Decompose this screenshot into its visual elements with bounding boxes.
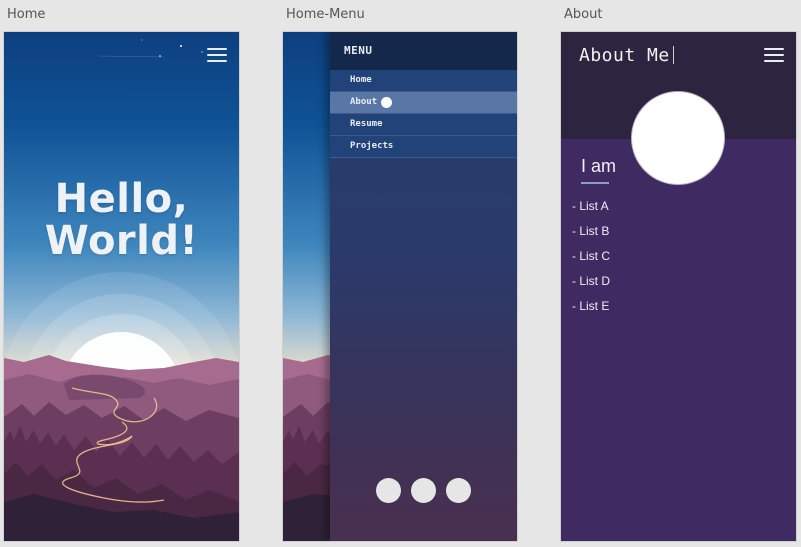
- menu-item-label: Resume: [350, 119, 383, 129]
- list-item: - List A: [572, 199, 609, 213]
- menu-title: MENU: [330, 32, 517, 70]
- menu-item-label: Home: [350, 75, 372, 85]
- menu-item-about[interactable]: About: [330, 92, 517, 114]
- menu-item-resume[interactable]: Resume: [330, 114, 517, 136]
- hero-heading: Hello, World!: [4, 178, 239, 262]
- text-caret: [672, 46, 674, 64]
- list-item: - List B: [572, 224, 610, 238]
- page-title-text: About Me: [579, 45, 670, 66]
- about-list: - List A - List B - List C - List D - Li…: [572, 196, 610, 321]
- menu-item-projects[interactable]: Projects: [330, 136, 517, 158]
- artboard-label-home: Home: [7, 7, 46, 22]
- list-item: - List E: [572, 299, 610, 313]
- about-artboard: About Me I am - List A - List B - List C…: [561, 32, 796, 541]
- intro-underline: [581, 182, 609, 184]
- pager-dot-icon[interactable]: [446, 478, 471, 503]
- menu-item-home[interactable]: Home: [330, 70, 517, 92]
- menu-item-label: Projects: [350, 141, 394, 151]
- avatar: [632, 92, 724, 184]
- home-artboard: Hello, World!: [4, 32, 239, 541]
- page-title: About Me: [579, 45, 674, 66]
- hero-heading-line2: World!: [44, 218, 199, 264]
- pager-dot-icon[interactable]: [411, 478, 436, 503]
- side-menu-panel: MENU Home About Resume Projects: [330, 32, 517, 541]
- pager-dots: [330, 478, 517, 503]
- landscape-illustration: [4, 32, 239, 541]
- pointer-cursor-icon: [381, 97, 392, 108]
- artboard-label-home-menu: Home-Menu: [286, 7, 365, 22]
- hero-heading-line1: Hello,: [54, 176, 189, 222]
- hamburger-icon[interactable]: [207, 48, 227, 62]
- list-item: - List D: [572, 274, 611, 288]
- menu-item-label: About: [350, 97, 378, 107]
- pager-dot-icon[interactable]: [376, 478, 401, 503]
- home-menu-artboard: MENU Home About Resume Projects: [283, 32, 517, 541]
- intro-heading: I am: [581, 156, 617, 176]
- artboard-label-about: About: [564, 7, 603, 22]
- list-item: - List C: [572, 249, 611, 263]
- hamburger-icon[interactable]: [764, 48, 784, 62]
